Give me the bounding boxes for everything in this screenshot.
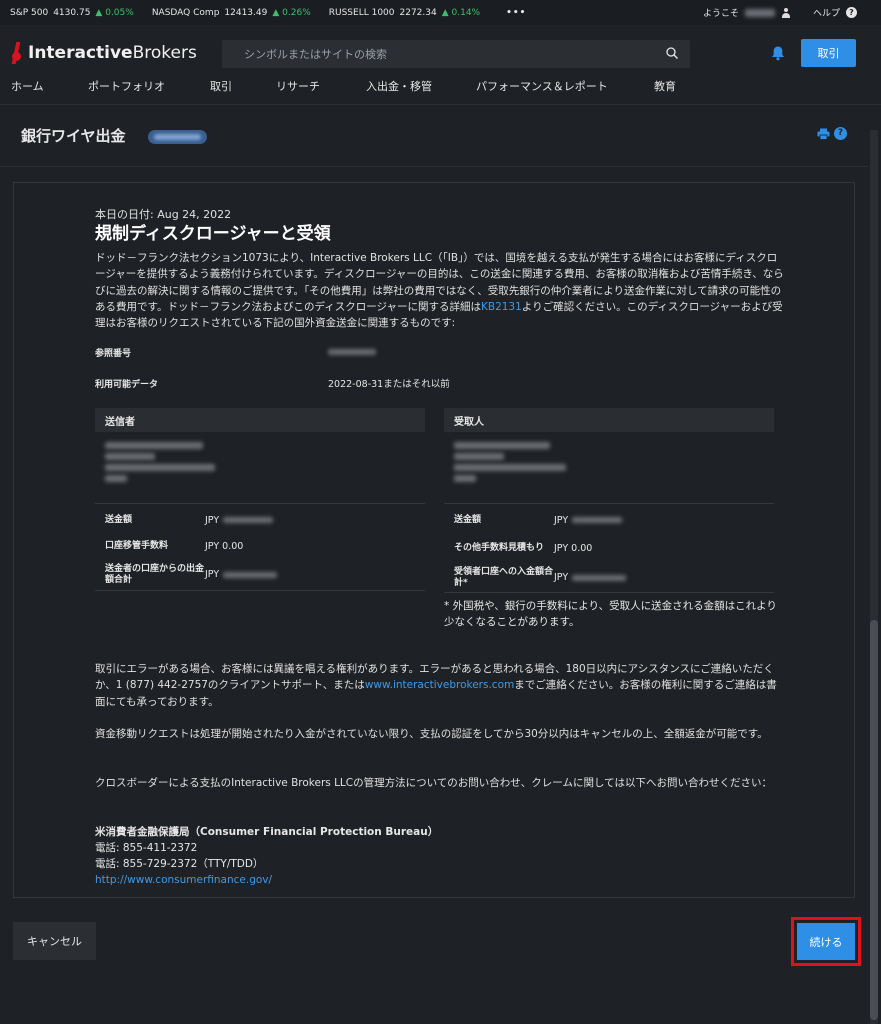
ticker-russell[interactable]: RUSSELL 1000 2272.34 ▲ 0.14%	[329, 8, 480, 18]
nav-trade[interactable]: 取引	[210, 78, 232, 94]
help-link[interactable]: ヘルプ	[813, 6, 840, 19]
trade-button[interactable]: 取引	[801, 39, 856, 67]
print-icon[interactable]	[817, 128, 830, 140]
disclosure-content: 本日の日付: Aug 24, 2022 規制ディスクロージャーと受領 ドッド－フ…	[95, 207, 785, 331]
receiver-footnote: * 外国税や、銀行の手数料により、受取人に送金される金額はこれより少なくなること…	[444, 600, 777, 628]
reference-number-redacted	[328, 349, 376, 355]
nav-portfolio[interactable]: ポートフォリオ	[88, 78, 165, 94]
cfpb-url-link[interactable]: http://www.consumerfinance.gov/	[95, 872, 438, 888]
account-badge	[148, 130, 207, 144]
username-redacted	[744, 8, 775, 17]
search-box[interactable]	[222, 40, 690, 68]
nav-home[interactable]: ホーム	[11, 78, 44, 94]
receiver-section: 受取人 送金額 JPY その他手数料見積もり JPY 0.00 受領者口座への入…	[444, 408, 774, 593]
welcome-text: ようこそ	[702, 9, 739, 19]
search-icon[interactable]	[666, 47, 678, 59]
receiver-heading: 受取人	[444, 408, 774, 432]
receiver-fee-row: その他手数料見積もり JPY 0.00	[454, 542, 593, 554]
nav-transfer[interactable]: 入出金・移管	[366, 78, 432, 94]
nav-education[interactable]: 教育	[654, 78, 676, 94]
nav-research[interactable]: リサーチ	[276, 78, 320, 94]
error-rights-text: 取引にエラーがある場合、お客様には異議を唱える権利があります。エラーがあると思わ…	[95, 663, 777, 708]
title-divider	[0, 166, 868, 167]
kb2131-link[interactable]: KB2131	[481, 301, 522, 313]
help-icon[interactable]: ?	[846, 7, 857, 18]
bell-icon[interactable]	[770, 45, 786, 61]
user-icon[interactable]	[781, 7, 791, 18]
ib-website-link[interactable]: www.interactivebrokers.com	[365, 679, 514, 691]
receiver-amount-row: 送金額 JPY	[444, 507, 774, 533]
header-divider	[0, 104, 881, 105]
sender-amount-row: 送金額 JPY	[95, 507, 425, 533]
disclosure-intro: ドッド－フランク法セクション1073により、Interactive Broker…	[95, 252, 784, 330]
page-help-icon[interactable]: ?	[834, 127, 847, 140]
available-date: 2022-08-31またはそれ以前	[328, 379, 450, 390]
sender-address-redacted	[95, 432, 425, 504]
page-title: 銀行ワイヤ出金	[21, 127, 126, 145]
ib-logo-icon	[12, 42, 24, 64]
reference-label: 参照番号	[95, 349, 132, 359]
search-input[interactable]	[244, 47, 664, 61]
cfpb-name: 米消費者金融保護局（Consumer Financial Protection …	[95, 826, 439, 838]
disclosure-heading: 規制ディスクロージャーと受領	[95, 223, 331, 244]
more-tickers-button[interactable]: •••	[506, 8, 526, 18]
scrollbar-thumb[interactable]	[870, 620, 878, 1020]
cancel-button[interactable]: キャンセル	[13, 922, 96, 960]
brand-logo[interactable]: InteractiveBrokers	[12, 42, 197, 64]
ticker-bar: S&P 500 4130.75 ▲ 0.05% NASDAQ Comp 12413.4…	[0, 0, 881, 25]
continue-button[interactable]: 続ける	[797, 923, 855, 960]
sender-section: 送信者 送金額 JPY 口座移管手数料 JPY 0.00 送金者の口座からの出金…	[95, 408, 425, 591]
ticker-nasdaq[interactable]: NASDAQ Comp 12413.49 ▲ 0.26%	[152, 8, 311, 18]
available-label: 利用可能データ	[95, 380, 159, 390]
ticker-sp500[interactable]: S&P 500 4130.75 ▲ 0.05%	[10, 8, 134, 18]
nav-performance[interactable]: パフォーマンス＆レポート	[476, 78, 608, 94]
cfpb-contact: 米消費者金融保護局（Consumer Financial Protection …	[95, 824, 438, 888]
continue-highlight: 続ける	[791, 917, 861, 966]
sender-heading: 送信者	[95, 408, 425, 432]
sender-fee-row: 口座移管手数料 JPY 0.00	[105, 540, 244, 552]
receiver-address-redacted	[444, 432, 774, 504]
sender-total-row: 送金者の口座からの出金額合計 JPY	[95, 559, 425, 591]
cfpb-phone-2: 電話: 855-729-2372（TTY/TDD）	[95, 858, 264, 870]
current-date: 本日の日付: Aug 24, 2022	[95, 208, 232, 221]
crossborder-text: クロスボーダーによる支払のInteractive Brokers LLCの管理方…	[95, 777, 772, 789]
refund-text: 資金移動リクエストは処理が開始されたり入金がされていない限り、支払の認証をしてか…	[95, 728, 768, 740]
receiver-total-row: 受領者口座への入金額合計* JPY	[444, 563, 774, 593]
cfpb-phone-1: 電話: 855-411-2372	[95, 842, 198, 854]
page-scrollbar[interactable]	[870, 130, 878, 1024]
